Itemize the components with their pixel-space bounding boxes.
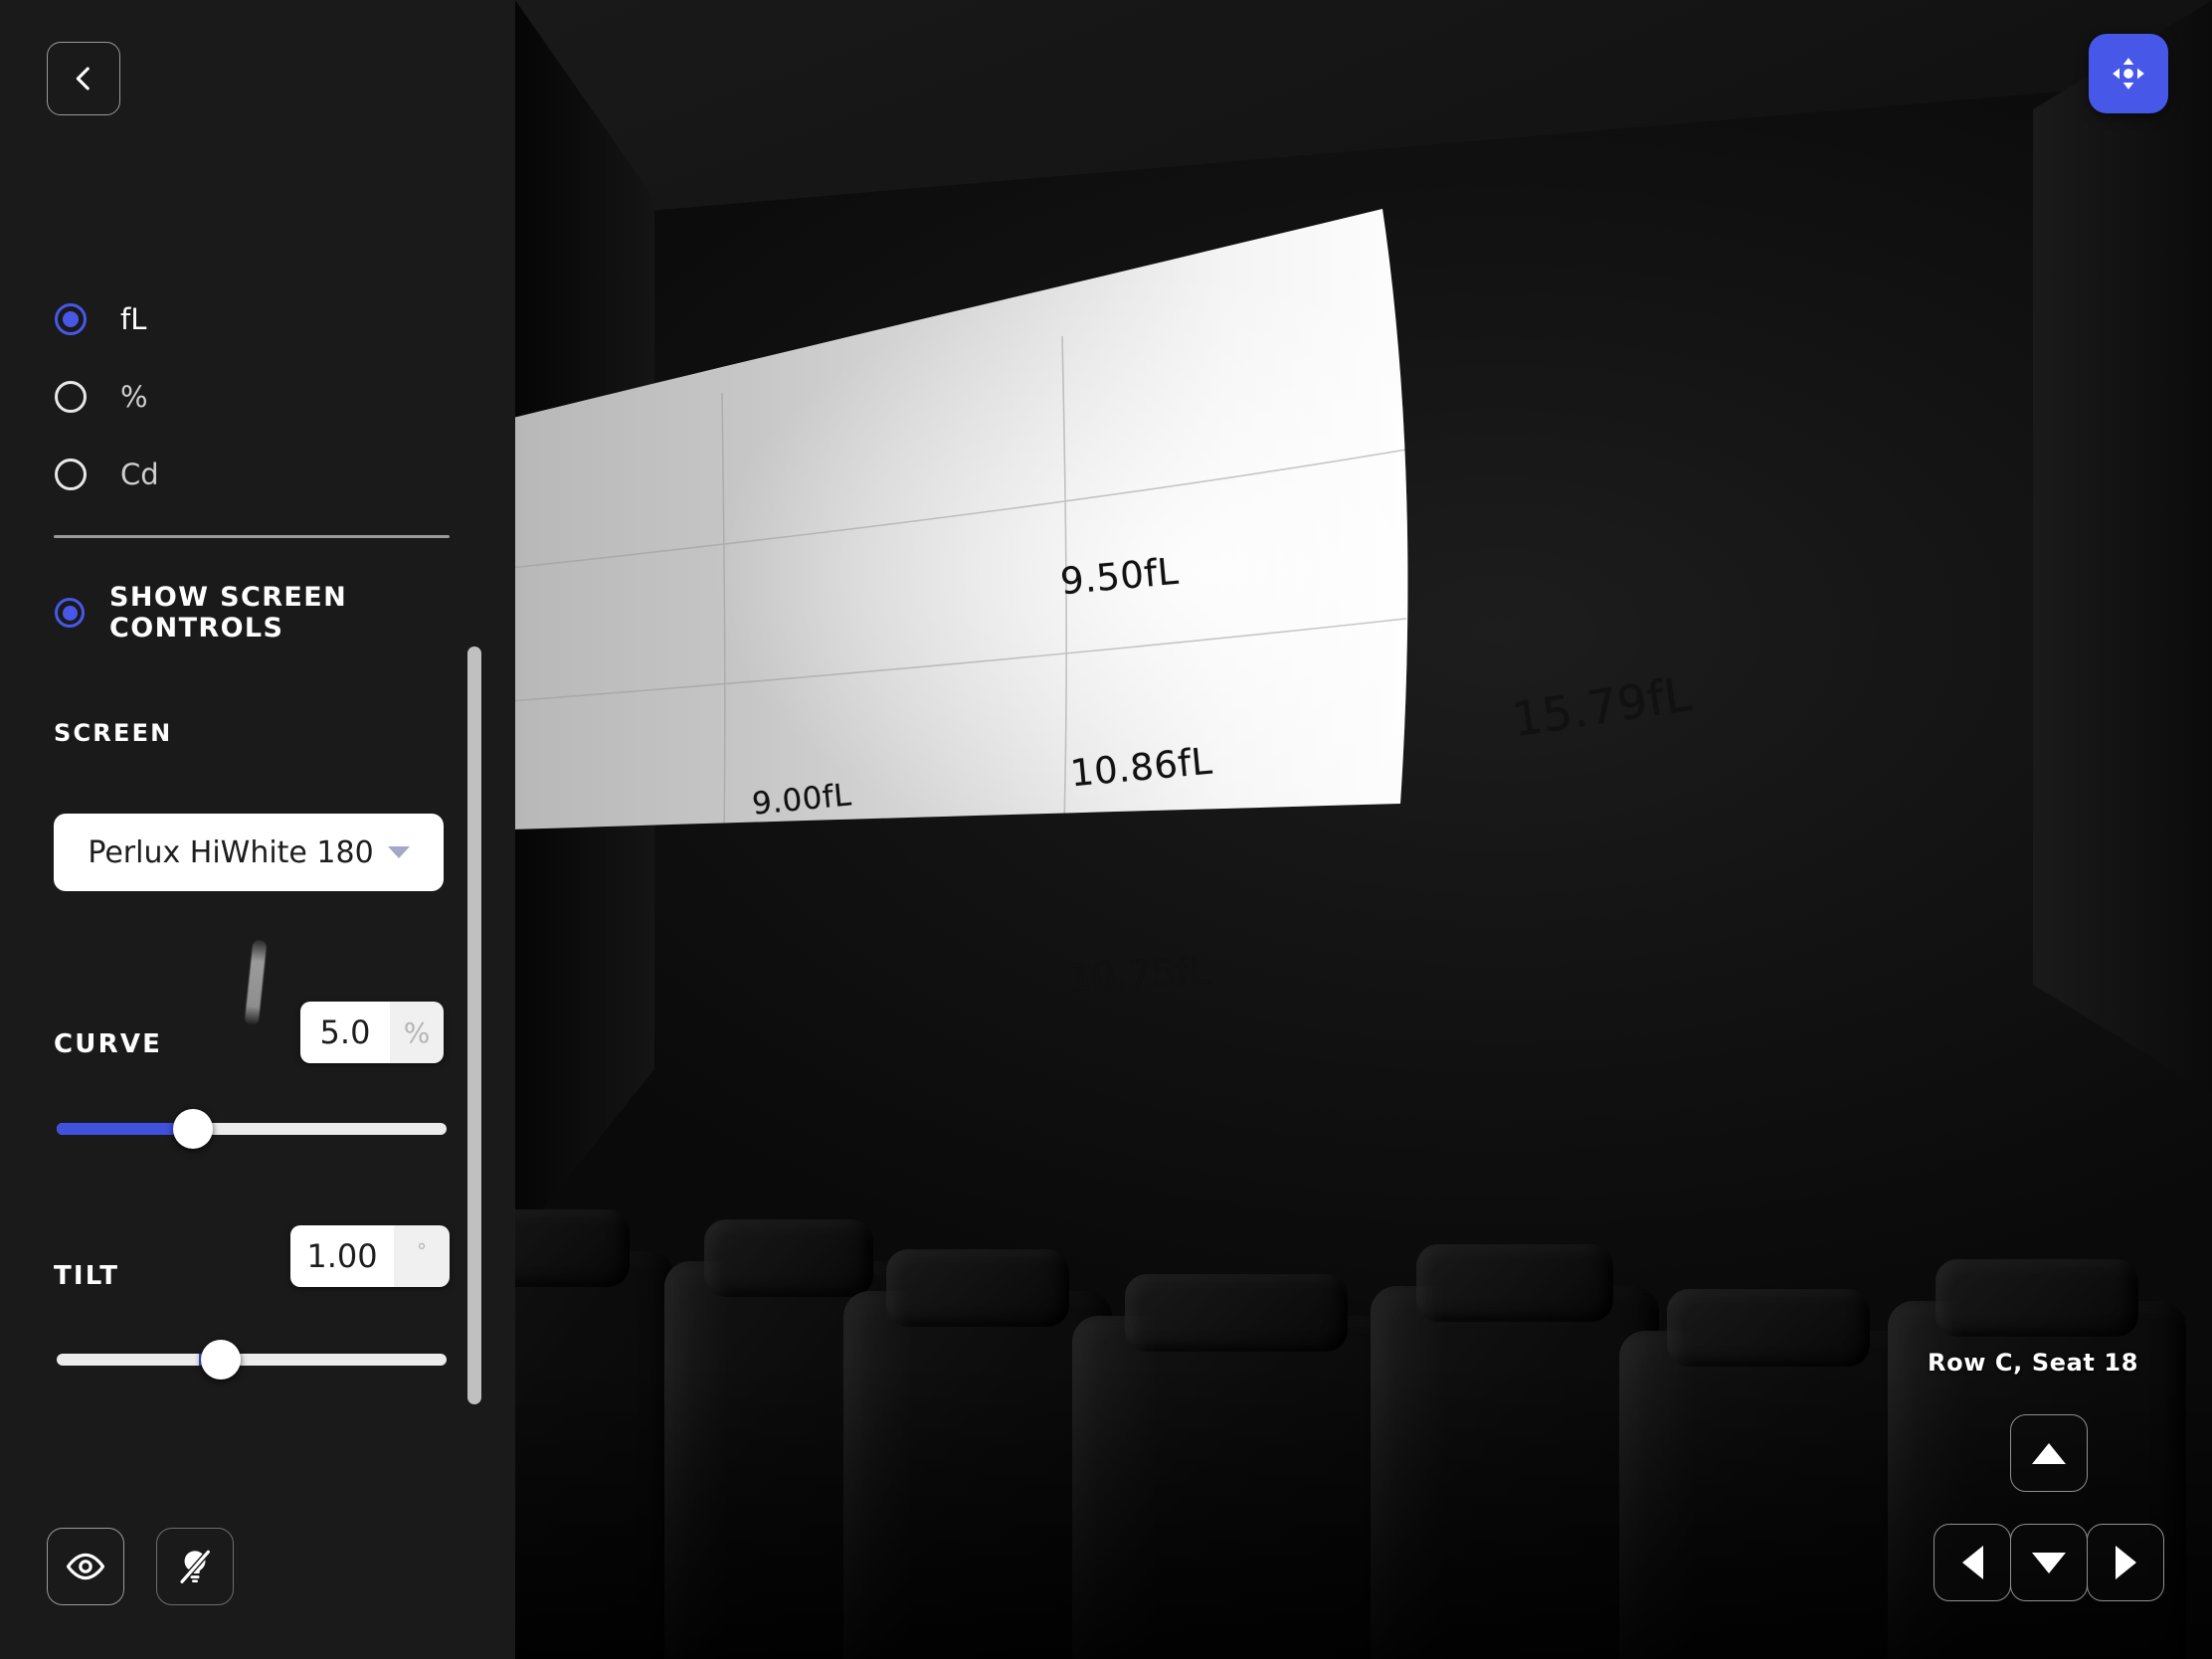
projection-screen[interactable]: 9.50fL 9.00fL 10.86fL 15.79fL 10.75fL — [515, 189, 1778, 1000]
tilt-value-field[interactable]: 1.00 ° — [290, 1225, 450, 1287]
unit-option-label: % — [120, 380, 148, 414]
panel-bottom-tools — [47, 1528, 234, 1605]
curve-label: CURVE — [54, 1029, 163, 1059]
unit-option-label: Cd — [120, 458, 159, 491]
dpad-left-button[interactable] — [1934, 1524, 2011, 1601]
left-control-panel: fL % Cd SHOW SCREEN CONTROLS SCREEN Perl… — [0, 0, 515, 1659]
seat-navigation-dpad — [1916, 1414, 2182, 1627]
seat-headrest — [1124, 1274, 1349, 1352]
lights-toggle-button[interactable] — [156, 1528, 234, 1605]
seat-headrest — [1416, 1244, 1613, 1322]
unit-option-percent[interactable]: % — [55, 358, 159, 436]
panel-scrollbar[interactable] — [467, 646, 481, 1404]
seat-headrest — [515, 1209, 631, 1287]
radio-icon-unselected — [55, 459, 87, 490]
triangle-up-icon — [2032, 1442, 2066, 1464]
radio-icon-selected — [55, 598, 85, 628]
seat-headrest — [1936, 1259, 2138, 1337]
luminance-label-bottom-center: 10.75fL — [1066, 949, 1212, 1000]
chevron-left-icon — [76, 67, 90, 91]
slider-knob[interactable] — [200, 1340, 241, 1380]
show-screen-controls-toggle[interactable]: SHOW SCREEN CONTROLS — [55, 582, 515, 644]
lightbulb-off-icon — [178, 1549, 212, 1585]
slider-track — [57, 1354, 447, 1366]
visibility-toggle-button[interactable] — [47, 1528, 124, 1605]
screen-geometry — [515, 209, 1408, 831]
move-arrows-icon — [2113, 58, 2144, 90]
back-button[interactable] — [47, 42, 120, 115]
seat-headrest — [704, 1219, 873, 1297]
tilt-slider[interactable] — [57, 1340, 447, 1380]
dpad-up-button[interactable] — [2010, 1414, 2088, 1492]
tilt-unit: ° — [394, 1225, 450, 1287]
slider-knob[interactable] — [173, 1109, 214, 1149]
unit-radio-group: fL % Cd — [55, 280, 159, 513]
dpad-right-button[interactable] — [2087, 1524, 2164, 1601]
chevron-down-icon — [387, 846, 410, 858]
tilt-value[interactable]: 1.00 — [290, 1225, 394, 1287]
radio-icon-selected — [55, 303, 87, 335]
seat-headrest — [1667, 1289, 1870, 1367]
curve-value[interactable]: 5.0 — [300, 1002, 390, 1063]
dpad-down-button[interactable] — [2010, 1524, 2088, 1601]
radio-icon-unselected — [55, 381, 87, 413]
theater-3d-viewport[interactable]: 9.50fL 9.00fL 10.86fL 15.79fL 10.75fL Ro… — [515, 0, 2212, 1659]
unit-option-label: fL — [120, 302, 147, 336]
seat-position-readout: Row C, Seat 18 — [1928, 1349, 2138, 1377]
eye-icon — [66, 1553, 105, 1580]
show-screen-controls-label: SHOW SCREEN CONTROLS — [109, 582, 348, 644]
right-sidewall — [2033, 0, 2212, 1094]
screen-hotspot — [515, 209, 1408, 830]
screen-material-value: Perlux HiWhite 180 — [88, 834, 374, 870]
app-root: 9.50fL 9.00fL 10.86fL 15.79fL 10.75fL Ro… — [0, 0, 2212, 1659]
screen-section-title: SCREEN — [54, 719, 173, 747]
move-camera-button[interactable] — [2089, 34, 2168, 113]
curve-slider[interactable] — [57, 1109, 447, 1149]
unit-option-fl[interactable]: fL — [55, 280, 159, 358]
panel-divider — [54, 535, 450, 538]
unit-option-cd[interactable]: Cd — [55, 436, 159, 513]
triangle-right-icon — [2115, 1546, 2136, 1579]
curve-value-field[interactable]: 5.0 % — [300, 1002, 444, 1063]
triangle-left-icon — [1961, 1546, 1983, 1579]
screen-material-select[interactable]: Perlux HiWhite 180 — [54, 814, 444, 891]
curve-unit: % — [390, 1002, 444, 1063]
seat-headrest — [886, 1249, 1069, 1327]
tilt-label: TILT — [54, 1261, 120, 1291]
curve-preview-glyph — [244, 939, 268, 1026]
triangle-down-icon — [2032, 1552, 2066, 1573]
